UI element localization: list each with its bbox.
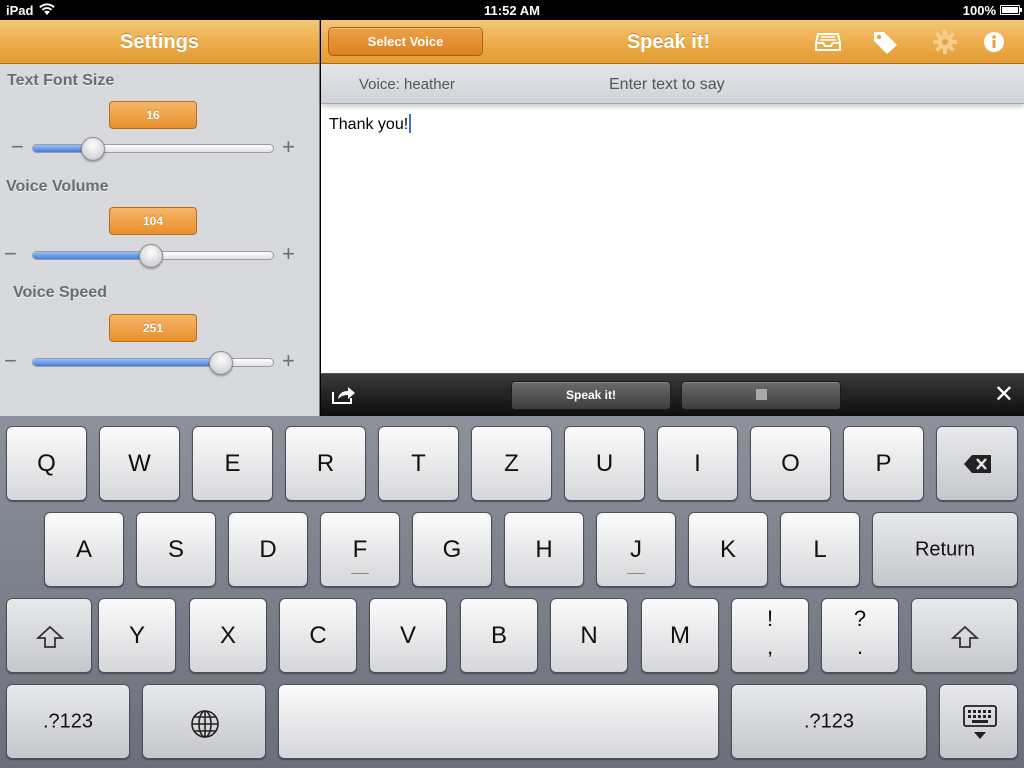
- voice-speed-slider-thumb[interactable]: [208, 351, 233, 375]
- voice-speed-slider[interactable]: [32, 358, 274, 367]
- backspace-key[interactable]: [936, 426, 1018, 501]
- voice-info-bar: Voice: heather Enter text to say: [321, 64, 1024, 104]
- shift-key-right[interactable]: [911, 598, 1018, 673]
- speak-button[interactable]: Speak it!: [511, 381, 671, 410]
- battery-icon: [1000, 5, 1022, 15]
- stop-button[interactable]: [681, 381, 841, 410]
- key-k[interactable]: K: [688, 512, 768, 587]
- speech-text-input[interactable]: Thank you!: [329, 114, 412, 134]
- font-size-increase-button[interactable]: +: [282, 136, 295, 158]
- settings-header: Settings: [0, 20, 319, 64]
- key-u[interactable]: U: [564, 426, 645, 501]
- page-title: Speak it!: [626, 31, 711, 53]
- setting-label: Text Font Size: [7, 72, 115, 89]
- close-icon[interactable]: ✕: [994, 383, 1014, 407]
- speak-panel: Select Voice Speak it! Voice: heather En…: [321, 20, 1024, 373]
- keyboard: Q W E R T Z U I O P A S D F G H J K L Re…: [0, 416, 1024, 768]
- globe-icon: [191, 710, 219, 738]
- voice-speed-value: 251: [109, 314, 197, 342]
- speech-text: Thank you!: [329, 116, 409, 133]
- settings-panel: Settings Text Font Size 16 − + Voice Vol…: [0, 20, 320, 416]
- text-prompt-label: Enter text to say: [609, 76, 725, 93]
- keyboard-accessory-bar: Speak it! ✕: [321, 373, 1024, 416]
- keyboard-hide-icon: [963, 705, 997, 739]
- voice-speed-increase-button[interactable]: +: [282, 350, 295, 372]
- voice-volume-slider-thumb[interactable]: [138, 244, 163, 268]
- key-f[interactable]: F: [320, 512, 400, 587]
- shift-icon: [36, 625, 64, 648]
- key-l[interactable]: L: [780, 512, 860, 587]
- key-e[interactable]: E: [192, 426, 273, 501]
- main-navbar: Select Voice Speak it!: [321, 20, 1024, 64]
- key-x[interactable]: X: [189, 598, 267, 673]
- home-key-marker: [351, 573, 369, 574]
- shift-key-left[interactable]: [6, 598, 92, 673]
- clock: 11:52 AM: [484, 3, 540, 18]
- key-b[interactable]: B: [460, 598, 538, 673]
- key-h[interactable]: H: [504, 512, 584, 587]
- status-bar: iPad 11:52 AM 100%: [0, 0, 1024, 20]
- setting-label: Voice Speed: [13, 284, 107, 301]
- voice-volume-increase-button[interactable]: +: [282, 243, 295, 265]
- hide-keyboard-key[interactable]: [939, 684, 1018, 759]
- key-o[interactable]: O: [750, 426, 831, 501]
- slider-fill: [33, 252, 152, 259]
- settings-title: Settings: [120, 31, 199, 53]
- share-icon[interactable]: [331, 385, 357, 405]
- backspace-icon: [964, 455, 991, 473]
- key-v[interactable]: V: [369, 598, 447, 673]
- key-s[interactable]: S: [136, 512, 216, 587]
- shift-icon: [951, 625, 979, 648]
- font-size-slider-thumb[interactable]: [80, 137, 105, 161]
- key-i[interactable]: I: [657, 426, 738, 501]
- stop-icon: [755, 389, 767, 400]
- gear-icon[interactable]: [932, 30, 958, 54]
- key-exclamation-comma[interactable]: !,: [731, 598, 809, 673]
- font-size-decrease-button[interactable]: −: [11, 136, 24, 158]
- key-z[interactable]: Z: [471, 426, 552, 501]
- numbers-key-left[interactable]: .?123: [6, 684, 130, 759]
- battery-percent: 100%: [962, 3, 996, 18]
- key-g[interactable]: G: [412, 512, 492, 587]
- key-n[interactable]: N: [550, 598, 628, 673]
- info-icon[interactable]: [981, 30, 1007, 54]
- key-w[interactable]: W: [99, 426, 180, 501]
- home-key-marker: [627, 573, 645, 574]
- voice-volume-value: 104: [109, 207, 197, 235]
- key-question-period[interactable]: ?.: [821, 598, 899, 673]
- key-a[interactable]: A: [44, 512, 124, 587]
- globe-key[interactable]: [142, 684, 266, 759]
- return-key[interactable]: Return: [872, 512, 1018, 587]
- tag-icon[interactable]: [872, 30, 898, 54]
- key-d[interactable]: D: [228, 512, 308, 587]
- current-voice-label: Voice: heather: [359, 76, 455, 93]
- voice-volume-decrease-button[interactable]: −: [4, 243, 17, 265]
- key-r[interactable]: R: [285, 426, 366, 501]
- key-m[interactable]: M: [641, 598, 719, 673]
- numbers-key-right[interactable]: .?123: [731, 684, 927, 759]
- font-size-slider[interactable]: [32, 144, 274, 153]
- key-t[interactable]: T: [378, 426, 459, 501]
- key-j[interactable]: J: [596, 512, 676, 587]
- inbox-tray-icon[interactable]: [815, 30, 841, 54]
- key-p[interactable]: P: [843, 426, 924, 501]
- slider-fill: [33, 359, 222, 366]
- font-size-value: 16: [109, 101, 197, 129]
- key-y[interactable]: Y: [98, 598, 176, 673]
- select-voice-button[interactable]: Select Voice: [328, 27, 483, 56]
- voice-speed-decrease-button[interactable]: −: [4, 350, 17, 372]
- space-key[interactable]: [278, 684, 719, 759]
- key-q[interactable]: Q: [6, 426, 87, 501]
- text-cursor: [409, 114, 412, 133]
- key-c[interactable]: C: [279, 598, 357, 673]
- setting-label: Voice Volume: [6, 178, 109, 195]
